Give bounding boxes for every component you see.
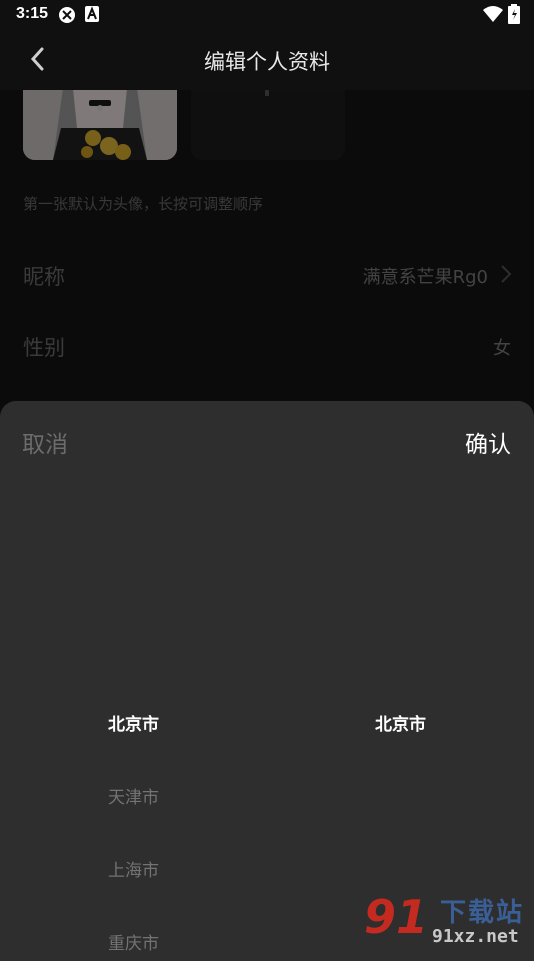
wifi-icon (483, 6, 503, 26)
city-option[interactable]: 北京市 (267, 710, 534, 735)
watermark-number: 91 (364, 890, 429, 944)
province-option[interactable]: 天津市 (0, 783, 267, 808)
vpn-icon (58, 6, 76, 28)
page-title: 编辑个人资料 (204, 50, 330, 74)
region-picker-sheet: 取消 确认 北京市 天津市 上海市 重庆市 北京市 (0, 401, 534, 961)
province-wheel[interactable]: 北京市 天津市 上海市 重庆市 (0, 401, 267, 961)
status-time: 3:15 (16, 5, 49, 22)
site-watermark: 91 下载站 91xz.net (362, 890, 534, 950)
city-wheel[interactable]: 北京市 (267, 401, 534, 961)
province-option[interactable]: 重庆市 (0, 929, 267, 954)
font-app-icon (85, 6, 99, 26)
watermark-url: 91xz.net (432, 926, 519, 947)
province-option[interactable]: 上海市 (0, 856, 267, 881)
watermark-text: 下载站 (440, 898, 525, 928)
status-bar: 3:15 (0, 0, 534, 28)
battery-icon (508, 4, 520, 28)
province-option[interactable]: 北京市 (0, 710, 267, 735)
top-app-bar: 编辑个人资料 (0, 28, 534, 90)
